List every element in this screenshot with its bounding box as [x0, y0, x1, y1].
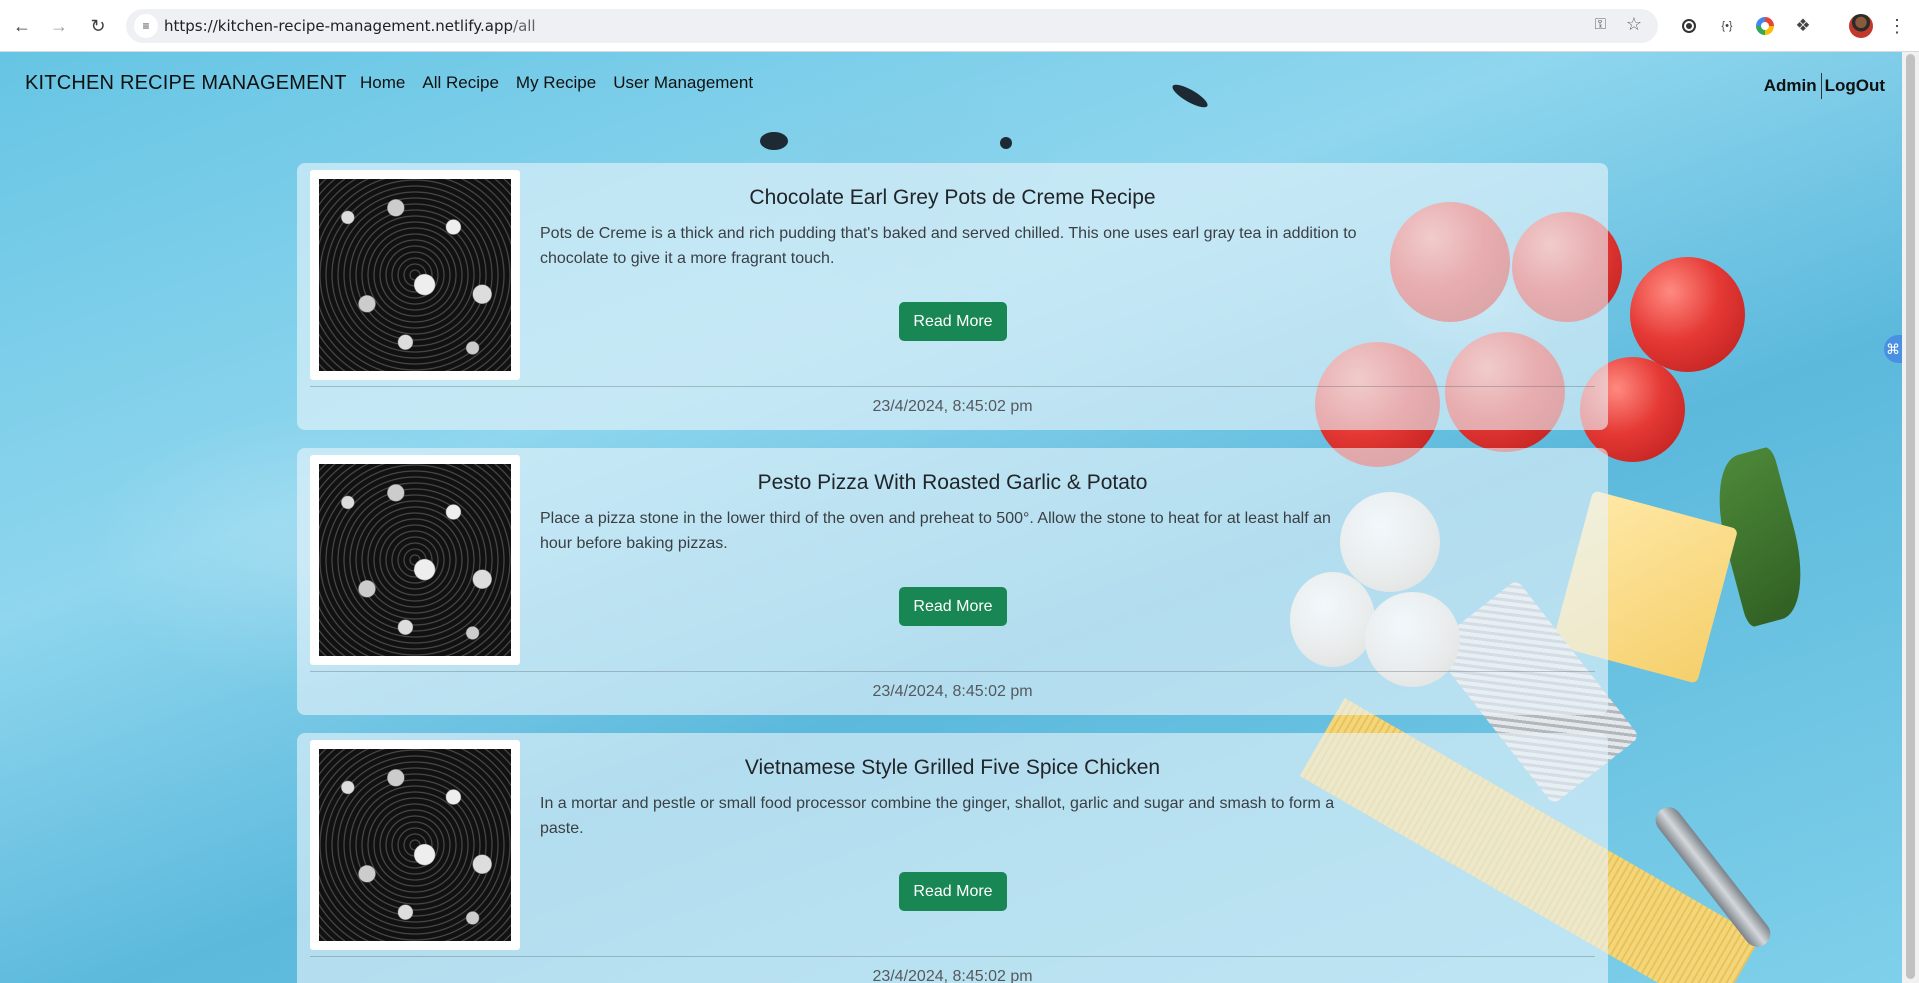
url-text[interactable]: https://kitchen-recipe-management.netlif… — [164, 17, 536, 35]
address-bar[interactable]: ≡ https://kitchen-recipe-management.netl… — [126, 9, 1658, 43]
side-widget-icon[interactable]: ⌘ — [1884, 335, 1902, 363]
nav-home[interactable]: Home — [360, 73, 405, 93]
record-extension-icon[interactable] — [1678, 15, 1700, 37]
browser-menu-icon[interactable]: ⋮ — [1886, 15, 1908, 37]
back-icon[interactable]: ← — [10, 14, 34, 38]
recipe-card: Chocolate Earl Grey Pots de Creme Recipe… — [297, 163, 1608, 430]
brand-title[interactable]: KITCHEN RECIPE MANAGEMENT — [25, 72, 347, 95]
code-extension-icon[interactable]: {•} — [1716, 15, 1738, 37]
paint-splat — [760, 132, 788, 150]
color-extension-icon[interactable] — [1754, 15, 1776, 37]
scrollbar-thumb[interactable] — [1906, 54, 1915, 979]
profile-avatar[interactable] — [1849, 14, 1873, 38]
url-path: /all — [513, 17, 536, 35]
paint-splat — [1169, 80, 1211, 112]
recipe-card: Vietnamese Style Grilled Five Spice Chic… — [297, 733, 1608, 983]
card-divider — [310, 671, 1595, 672]
forward-icon[interactable]: → — [47, 14, 71, 38]
extensions-puzzle-icon[interactable]: ❖ — [1792, 15, 1814, 37]
site-info-icon[interactable]: ≡ — [134, 14, 158, 38]
admin-link[interactable]: Admin — [1764, 76, 1817, 96]
bookmark-star-icon[interactable]: ☆ — [1626, 14, 1642, 35]
reload-icon[interactable]: ↻ — [86, 14, 110, 38]
browser-toolbar: ← → ↻ ≡ https://kitchen-recipe-managemen… — [0, 0, 1919, 52]
nav-user-management[interactable]: User Management — [613, 73, 753, 93]
read-more-button[interactable]: Read More — [899, 587, 1007, 626]
recipe-date: 23/4/2024, 8:45:02 pm — [872, 398, 1033, 415]
page-background: KITCHEN RECIPE MANAGEMENT Home All Recip… — [0, 52, 1902, 983]
url-host: https://kitchen-recipe-management.netlif… — [164, 17, 514, 35]
main-nav: Home All Recipe My Recipe User Managemen… — [360, 73, 770, 93]
nav-my-recipe[interactable]: My Recipe — [516, 73, 596, 93]
recipe-date: 23/4/2024, 8:45:02 pm — [872, 968, 1033, 983]
recipe-card: Pesto Pizza With Roasted Garlic & Potato… — [297, 448, 1608, 715]
logout-link[interactable]: LogOut — [1825, 76, 1885, 96]
recipe-date: 23/4/2024, 8:45:02 pm — [872, 683, 1033, 700]
card-divider — [310, 956, 1595, 957]
read-more-button[interactable]: Read More — [899, 302, 1007, 341]
recipe-title: Vietnamese Style Grilled Five Spice Chic… — [744, 756, 1161, 779]
recipe-description: In a mortar and pestle or small food pro… — [540, 795, 1335, 837]
recipe-description: Pots de Creme is a thick and rich puddin… — [540, 225, 1357, 267]
recipe-title: Chocolate Earl Grey Pots de Creme Recipe — [749, 186, 1156, 209]
key-icon[interactable]: ⚿ — [1595, 16, 1606, 33]
paint-splat — [1000, 137, 1012, 149]
page-scrollbar[interactable] — [1902, 52, 1919, 983]
recipe-title: Pesto Pizza With Roasted Garlic & Potato — [757, 471, 1148, 494]
account-nav: Admin LogOut — [1764, 73, 1885, 99]
nav-divider — [1820, 73, 1822, 99]
nav-all-recipe[interactable]: All Recipe — [422, 73, 499, 93]
read-more-button[interactable]: Read More — [899, 872, 1007, 911]
card-divider — [310, 386, 1595, 387]
recipe-description: Place a pizza stone in the lower third o… — [540, 510, 1331, 552]
tomato-decoration — [1630, 257, 1745, 372]
